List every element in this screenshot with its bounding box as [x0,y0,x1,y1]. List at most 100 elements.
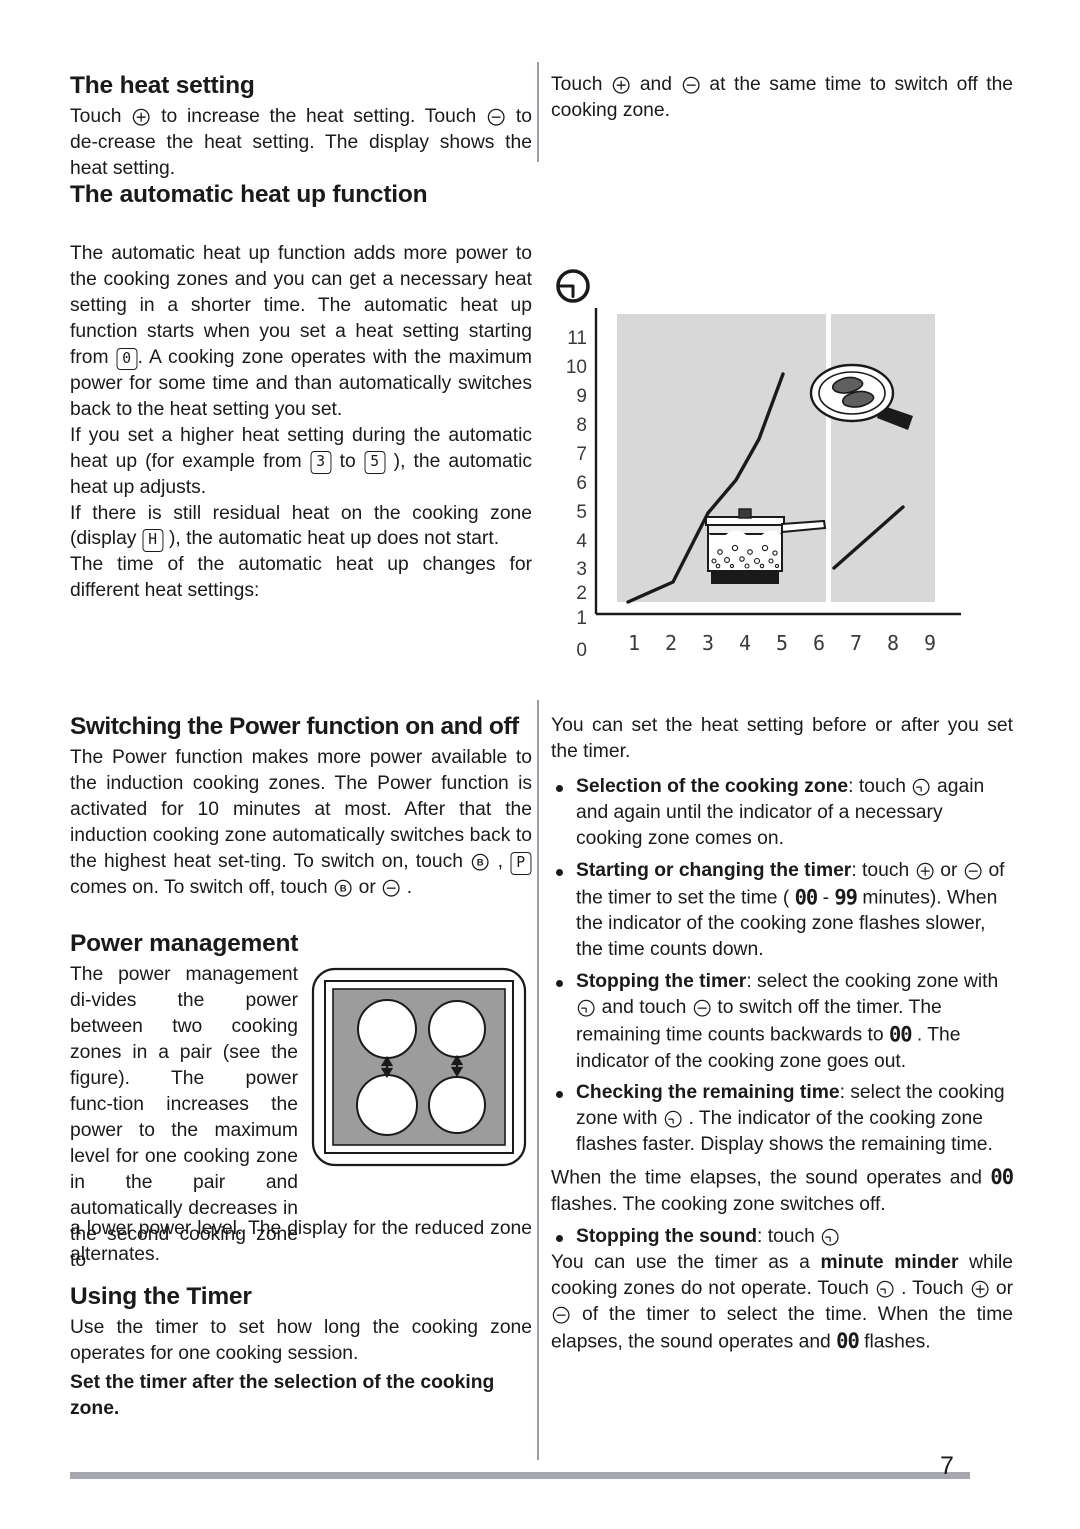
paragraph-auto-heat-3: If there is still residual heat on the c… [70,501,532,553]
svg-text:3: 3 [702,631,714,655]
svg-text:B: B [340,884,347,895]
text-run: or [934,859,963,881]
svg-text:2: 2 [665,631,677,655]
minus-icon [693,999,711,1017]
svg-text:2: 2 [576,583,587,604]
segment-display-00: 00 [836,1328,860,1354]
text-run: You can use the timer as a [551,1251,821,1273]
svg-text:7: 7 [850,631,862,655]
svg-text:9: 9 [576,386,587,407]
minus-icon [682,76,700,94]
footer-rule [70,1472,970,1479]
svg-text:11: 11 [567,328,587,349]
text-run: and [631,74,681,95]
text-run: comes on. To switch off, touch [70,876,333,898]
text-run: flashes. [858,1331,931,1352]
svg-text:0: 0 [576,640,587,661]
paragraph-auto-heat-4: The time of the automatic heat up change… [70,554,532,602]
bullet-title: Stopping the timer [576,971,747,993]
bullet-dot [556,979,563,987]
section-auto-heat-up: The automatic heat up function [70,181,532,213]
x-tick-labels: 1 2 3 4 5 6 7 8 9 [628,631,936,655]
auto-heat-up-time-chart: 11 10 9 8 7 6 5 4 3 2 1 0 1 2 3 4 5 6 7 8 9 [551,262,1003,662]
heading-using-timer: Using the Timer [70,1283,252,1310]
text-run: of the timer to select the time. When th… [551,1303,1013,1352]
list-item: Checking the remaining time: select the … [551,1080,1013,1158]
text-run: When the time elapses, the sound operate… [551,1167,991,1189]
paragraph-using-timer-bold: Set the timer after the selection of the… [70,1372,495,1420]
section-using-timer: Using the Timer Use the timer to set how… [70,1283,532,1422]
text-run: Touch [70,106,132,128]
bullet-title: Stopping the sound [576,1225,757,1247]
paragraph-auto-heat-2: If you set a higher heat setting during … [70,423,532,501]
text-run: to increase the heat setting. Touch [151,106,486,128]
section-power-function: Switching the Power function on and off … [70,713,532,901]
list-item: Starting or changing the timer: touch or… [551,858,1013,963]
svg-text:4: 4 [739,631,751,655]
bullet-title: Checking the remaining time [576,1082,840,1104]
svg-text:4: 4 [576,531,587,552]
text-run: : touch [848,775,912,797]
display-token-5: 5 [364,451,386,475]
svg-text:B: B [477,858,484,869]
auto-heat-up-body: The automatic heat up function adds more… [70,241,532,604]
minus-icon [487,108,505,126]
text-run: : touch [851,859,915,881]
svg-text:5: 5 [776,631,788,655]
text-run: : select the cooking zone with [746,971,999,993]
bullet-dot [556,784,563,792]
timer-clock-icon [821,1228,839,1246]
plus-icon [916,862,934,880]
svg-text:1: 1 [576,608,587,629]
svg-text:10: 10 [566,357,587,378]
timer-clock-icon [577,999,595,1017]
paragraph-time-elapses: When the time elapses, the sound operate… [551,1164,1014,1217]
minus-icon [964,862,982,880]
display-token-3: 3 [310,451,332,475]
svg-text:1: 1 [628,631,640,655]
svg-text:8: 8 [576,415,587,436]
display-token-P: P [510,851,532,875]
text-run: or [353,876,382,898]
svg-text:3: 3 [576,559,587,580]
timer-clock-icon [876,1280,894,1298]
stopping-sound-list: Stopping the sound: touch [551,1224,1013,1250]
paragraph-minute-minder: You can use the timer as a minute minder… [551,1250,1013,1355]
y-tick-labels: 11 10 9 8 7 6 5 4 3 2 1 0 [566,328,588,661]
right-top-paragraph: Touch and at the same time to switch off… [551,72,1013,124]
svg-text:6: 6 [813,631,825,655]
bullet-dot [556,1091,563,1099]
display-token-0: 0 [116,347,138,371]
plus-icon [612,76,630,94]
manual-page: The heat setting Touch to increase the h… [0,0,1080,1529]
text-run: . [401,876,413,898]
column-divider-top [537,62,539,162]
text-run: ), the automatic heat up does not start. [163,528,500,550]
text-run: flashes. The cooking zone switches off. [551,1193,886,1215]
text-run: to [331,450,364,472]
paragraph-power-function: The Power function makes more power avai… [70,745,532,901]
bullet-title: Selection of the cooking zone [576,775,849,797]
segment-display-00: 00 [794,884,819,910]
clock-icon [556,269,590,303]
section-heat-setting: The heat setting Touch to increase the h… [70,72,532,182]
list-item: Stopping the sound: touch [551,1224,1013,1250]
text-run: and touch [596,997,692,1019]
heading-heat-setting: The heat setting [70,72,255,99]
text-run: . Touch [895,1277,970,1299]
paragraph-timer-intro: You can set the heat setting before or a… [551,715,1013,762]
timer-bullet-list: Selection of the cooking zone: touch aga… [551,774,1013,1158]
paragraph-power-management-wide: a lower power level. The display for the… [70,1218,532,1265]
svg-text:5: 5 [576,502,587,523]
segment-display-00: 00 [990,1164,1014,1190]
minus-icon [382,879,400,897]
svg-text:9: 9 [924,631,936,655]
power-management-continued: a lower power level. The display for the… [70,1216,532,1268]
text-run: , [490,850,511,872]
hob-power-pair-diagram [310,965,528,1183]
plus-icon [971,1280,989,1298]
text-run: - [817,887,835,909]
svg-text:6: 6 [576,473,587,494]
paragraph-auto-heat-1: The automatic heat up function adds more… [70,241,532,423]
text-run: . A cooking zone operates with the maxim… [70,346,532,420]
